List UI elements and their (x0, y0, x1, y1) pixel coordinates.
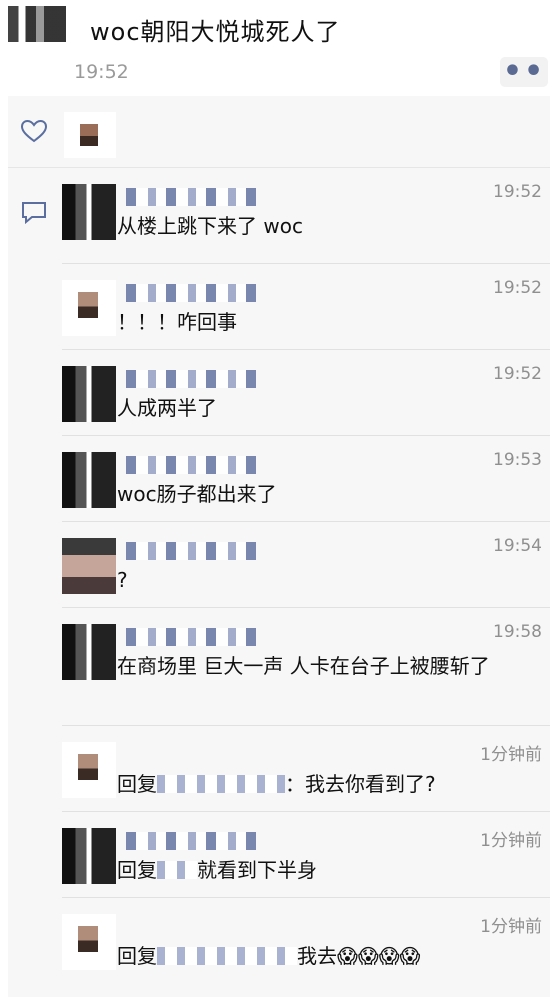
reply-content: 就看到下半身 (197, 858, 317, 882)
likes-row (8, 96, 550, 168)
reply-text: 回复 就看到下半身 (117, 855, 547, 885)
comment-text: ！！！咋回事 (117, 310, 237, 334)
comment-item: 19:53 woc肠子都出来了 (62, 436, 550, 522)
comment-time: 19:52 (493, 364, 542, 384)
comment-item: 1分钟前 回复 我去😱😱😱😱 (62, 898, 550, 984)
commenter-avatar[interactable] (62, 366, 116, 422)
comment-icon (22, 202, 46, 224)
reply-prefix: 回复 (117, 858, 157, 882)
comment-item: 1分钟前 回复 ：我去你看到了? (62, 726, 550, 812)
commenter-avatar[interactable] (62, 280, 116, 336)
reply-prefix: 回复 (117, 772, 157, 796)
commenter-name[interactable] (126, 284, 256, 302)
comment-text: 在商场里 巨大一声 人卡在台子上被腰斩了 (117, 654, 490, 678)
comment-item: 19:52 从楼上跳下来了 woc (62, 168, 550, 264)
comment-item: 19:52 人成两半了 (62, 350, 550, 436)
comment-time: 19:52 (493, 278, 542, 298)
comment-time: 1分钟前 (480, 831, 542, 851)
comment-text: 从楼上跳下来了 woc (117, 214, 303, 238)
post-title: woc朝阳大悦城死人了 (90, 18, 341, 46)
reply-target[interactable] (157, 775, 285, 793)
comment-time: 19:58 (493, 622, 542, 642)
comment-item: 19:58 在商场里 巨大一声 人卡在台子上被腰斩了 (62, 608, 550, 726)
commenter-avatar[interactable] (62, 538, 116, 594)
interaction-panel: 19:52 从楼上跳下来了 woc 19:52 ！！！咋回事 19:52 人成两… (8, 96, 550, 997)
commenter-name[interactable] (126, 542, 256, 560)
post-time: 19:52 (74, 61, 129, 83)
heart-icon[interactable] (20, 119, 48, 143)
commenter-name[interactable] (126, 832, 256, 850)
commenter-avatar[interactable] (62, 742, 116, 798)
commenter-name[interactable] (126, 456, 256, 474)
comment-text: 人成两半了 (117, 396, 217, 420)
comment-item: 1分钟前 回复 就看到下半身 (62, 812, 550, 898)
more-button[interactable]: •• (500, 57, 548, 87)
comment-time: 19:54 (493, 536, 542, 556)
post-header: woc朝阳大悦城死人了 19:52 •• (0, 0, 558, 96)
comment-time: 19:52 (493, 182, 542, 202)
reply-target[interactable] (157, 861, 197, 879)
commenter-avatar[interactable] (62, 184, 116, 240)
more-dots-icon: •• (502, 54, 546, 89)
commenter-name[interactable] (126, 188, 256, 206)
comment-time: 1分钟前 (480, 745, 542, 765)
liker-avatar[interactable] (64, 112, 116, 158)
comment-time: 1分钟前 (480, 917, 542, 937)
comment-item: 19:52 ！！！咋回事 (62, 264, 550, 350)
comment-text: ? (117, 568, 128, 592)
comment-time: 19:53 (493, 450, 542, 470)
commenter-avatar[interactable] (62, 828, 116, 884)
commenter-name[interactable] (126, 370, 256, 388)
commenter-avatar[interactable] (62, 452, 116, 508)
reply-content: ：我去你看到了? (285, 772, 436, 796)
reply-content: 我去😱😱😱😱 (297, 944, 421, 968)
commenter-name[interactable] (126, 628, 256, 646)
reply-prefix: 回复 (117, 944, 157, 968)
commenter-avatar[interactable] (62, 624, 116, 680)
author-avatar[interactable] (8, 6, 66, 42)
reply-text: 回复 我去😱😱😱😱 (117, 941, 547, 971)
reply-text: 回复 ：我去你看到了? (117, 769, 547, 799)
commenter-avatar[interactable] (62, 914, 116, 970)
reply-target[interactable] (157, 947, 297, 965)
comment-text: woc肠子都出来了 (117, 482, 277, 506)
comment-item: 19:54 ? (62, 522, 550, 608)
